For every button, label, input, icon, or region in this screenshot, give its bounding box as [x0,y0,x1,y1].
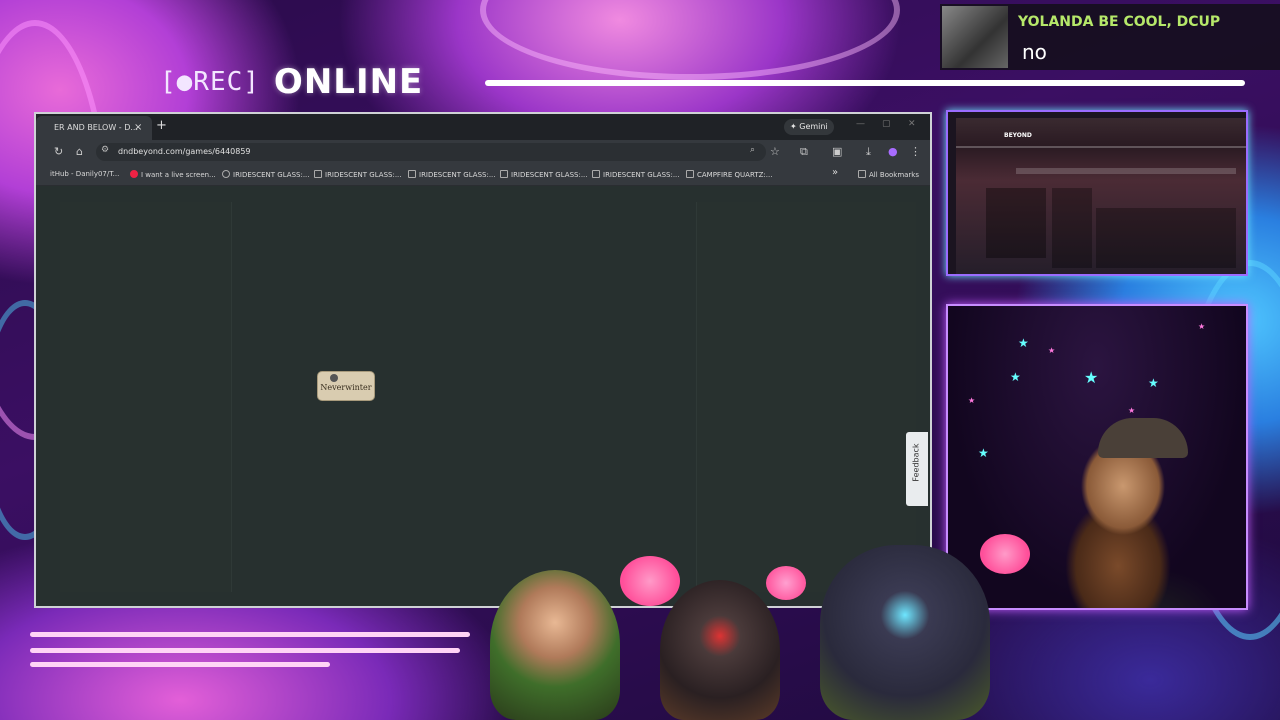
swirl-decoration [480,0,900,80]
heart-icon [620,556,680,606]
download-icon[interactable]: ⤓ [866,145,871,159]
mini-row [1016,168,1236,174]
bookmark-item[interactable]: IRIDESCENT GLASS:... [222,170,310,179]
address-bar-row: ↻ ⌂ ⚙ dndbeyond.com/games/6440859 ⌕ ☆ ⧉ … [36,140,930,164]
page-content: Neverwinter Feedback + [36,186,930,606]
new-tab-button[interactable]: + [156,118,167,133]
home-icon[interactable]: ⌂ [76,145,83,158]
bookmark-item[interactable]: I want a live screen... [130,170,216,179]
star-icon: ★ [1010,370,1021,384]
star-icon: ★ [1148,376,1159,390]
star-icon: ★ [1198,322,1206,331]
mini-row [1052,188,1092,268]
header-divider [485,80,1245,86]
url-field[interactable]: ⚙ dndbeyond.com/games/6440859 ⌕ [96,143,766,161]
mascot-elf [490,570,620,720]
left-panel [60,202,232,592]
bookmark-icon [686,170,694,178]
folder-icon [858,170,866,178]
rec-indicator: [●REC] [160,67,260,97]
maximize-icon[interactable]: ▢ [882,119,891,129]
chat-message-text: no [1022,40,1047,64]
star-icon: ★ [1018,336,1029,350]
decorative-stripe [30,662,330,667]
bookmark-item[interactable]: IRIDESCENT GLASS:... [408,170,496,179]
mini-screen-preview: BEYOND [956,118,1246,274]
bookmark-icon [592,170,600,178]
menu-icon[interactable]: ⋮ [910,145,921,158]
star-icon: ★ [1084,368,1099,387]
profile-icon[interactable]: ● [888,145,898,158]
site-info-icon[interactable]: ⚙ [101,145,109,155]
bookmark-item[interactable]: IRIDESCENT GLASS:... [500,170,588,179]
browser-window: ER AND BELOW - D... × + ✦ Gemini — ▢ ✕ ↻… [34,112,932,608]
map-location-label: Neverwinter [320,383,372,392]
bookmark-icon [500,170,508,178]
tab-bar: ER AND BELOW - D... × + ✦ Gemini — ▢ ✕ [36,114,930,140]
star-icon: ★ [968,396,976,405]
reload-icon[interactable]: ↻ [54,145,63,158]
star-icon: ★ [1128,406,1136,415]
bookmark-item[interactable]: CAMPFIRE QUARTZ:... [686,170,772,179]
right-panel [696,202,916,592]
mini-row [986,188,1046,258]
online-status: ONLINE [273,62,424,102]
close-icon[interactable]: × [134,122,142,133]
star-icon: ★ [1048,346,1056,355]
star-icon[interactable]: ☆ [770,145,780,158]
bookmark-icon [408,170,416,178]
decorative-stripe [30,648,460,653]
chat-username: YOLANDA BE COOL, DCUP [1018,14,1221,30]
feedback-tab[interactable]: Feedback [906,432,928,506]
mascot-goblin [660,580,780,720]
bookmarks-overflow[interactable]: » [832,167,838,178]
bookmark-item[interactable]: IRIDESCENT GLASS:... [314,170,402,179]
hat-shape [1098,418,1188,458]
close-window-icon[interactable]: ✕ [908,119,916,129]
pin-icon [330,374,338,382]
tab-title: ER AND BELOW - D... [54,123,138,132]
map-location-marker[interactable]: Neverwinter [318,372,374,400]
decorative-stripe [30,632,470,637]
bookmark-item[interactable]: itHub - Danily07/T... [50,170,119,178]
globe-icon [222,170,230,178]
mini-row [1096,208,1236,268]
heart-icon [766,566,806,600]
search-icon[interactable]: ⌕ [750,145,755,155]
rec-header: [●REC] ONLINE [160,62,424,102]
heart-icon [980,534,1030,574]
gemini-button[interactable]: ✦ Gemini [784,119,834,135]
feedback-label: Feedback [911,443,921,482]
tab-active[interactable]: ER AND BELOW - D... × [36,116,152,140]
extensions-icon[interactable]: ⧉ [800,145,808,159]
chat-message-box: YOLANDA BE COOL, DCUP no [940,4,1280,70]
mascot-dragon [820,545,990,720]
bookmarks-bar: itHub - Danily07/T... I want a live scre… [36,164,930,186]
sidepanel-icon[interactable]: ▣ [832,145,842,158]
bookmark-icon [314,170,322,178]
star-icon: ★ [978,446,989,460]
screen-capture-panel: BEYOND [946,110,1248,276]
avatar [942,6,1008,68]
mini-row [956,146,1246,148]
url-text: dndbeyond.com/games/6440859 [118,147,251,156]
bookmark-item[interactable]: IRIDESCENT GLASS:... [592,170,680,179]
all-bookmarks[interactable]: All Bookmarks [858,170,919,179]
minimize-icon[interactable]: — [856,119,865,129]
mini-brand-label: BEYOND [1004,132,1032,139]
bookmark-icon [130,170,138,178]
